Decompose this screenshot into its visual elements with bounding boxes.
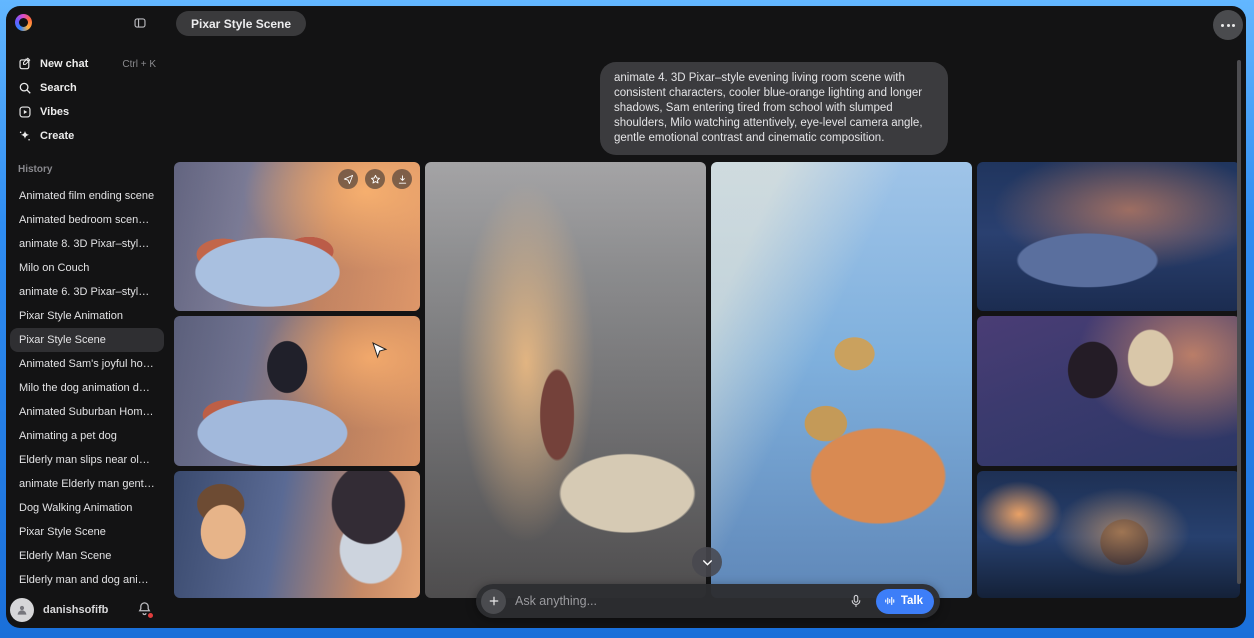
nav-label: Vibes [40, 106, 69, 118]
ask-input[interactable] [515, 594, 844, 608]
generated-image-8[interactable] [977, 471, 1240, 598]
history-item[interactable]: Pixar Style Animation [10, 304, 164, 328]
generated-image-6[interactable] [977, 162, 1240, 311]
chevron-down-icon [701, 556, 714, 569]
mic-icon [849, 594, 863, 608]
scroll-to-bottom-button[interactable] [692, 547, 722, 577]
mic-button[interactable] [844, 589, 868, 613]
gallery-column-3 [711, 162, 972, 598]
history-item[interactable]: animate Elderly man gently re... [10, 472, 164, 496]
history-item[interactable]: Animating a pet dog [10, 424, 164, 448]
ellipsis-icon [1221, 24, 1224, 27]
composer-bar: Talk [476, 584, 940, 618]
waveform-icon [884, 595, 896, 607]
history-item[interactable]: Animated Sam's joyful home ... [10, 352, 164, 376]
share-button[interactable] [338, 169, 358, 189]
vibes-icon [18, 105, 32, 119]
gallery-column-2 [425, 162, 706, 598]
chat-title-pill[interactable]: Pixar Style Scene [176, 11, 306, 36]
history-item[interactable]: Elderly man slips near old gate [10, 448, 164, 472]
generated-image-1[interactable] [174, 162, 420, 311]
history-item-selected[interactable]: Pixar Style Scene [10, 328, 164, 352]
notification-badge [147, 612, 154, 619]
generated-image-3[interactable] [174, 471, 420, 598]
sidebar-toggle-icon [133, 16, 147, 30]
notifications-button[interactable] [132, 598, 156, 622]
search-icon [18, 81, 32, 95]
generated-image-5[interactable] [711, 162, 972, 598]
image-actions [338, 169, 412, 189]
talk-label: Talk [901, 595, 923, 607]
download-icon [397, 174, 408, 185]
screen-frame: Pixar Style Scene New chat Ctrl + K Sear… [0, 0, 1254, 638]
history-item[interactable]: Dog Walking Animation [10, 496, 164, 520]
more-options-button[interactable] [1213, 10, 1243, 40]
share-icon [343, 174, 354, 185]
history-item[interactable]: Milo on Couch [10, 256, 164, 280]
person-icon [15, 603, 29, 617]
nav-label: Create [40, 130, 74, 142]
user-message-bubble: animate 4. 3D Pixar–style evening living… [600, 62, 948, 155]
scrollbar-thumb[interactable] [1237, 60, 1241, 584]
sidebar-item-create[interactable]: Create [12, 125, 162, 147]
compose-icon [18, 57, 32, 71]
plus-icon [488, 595, 500, 607]
chat-title: Pixar Style Scene [191, 17, 291, 31]
history-item[interactable]: Animated Suburban Home at ... [10, 400, 164, 424]
history-heading: History [18, 164, 52, 175]
shortcut-hint: Ctrl + K [122, 59, 156, 70]
generated-image-4[interactable] [425, 162, 706, 598]
favorite-button[interactable] [365, 169, 385, 189]
app-logo[interactable] [15, 14, 32, 31]
sidebar-toggle-button[interactable] [128, 12, 152, 34]
sidebar-item-vibes[interactable]: Vibes [12, 101, 162, 123]
history-item[interactable]: Elderly Man Scene [10, 544, 164, 568]
history-item[interactable]: Elderly man and dog animate... [10, 568, 164, 592]
nav-label: New chat [40, 58, 88, 70]
username: danishsofifb [43, 604, 108, 616]
gallery-column-1 [174, 162, 420, 598]
history-item[interactable]: Animated film ending scene [10, 184, 164, 208]
star-icon [370, 174, 381, 185]
history-item[interactable]: animate 6. 3D Pixar–style rain... [10, 280, 164, 304]
download-button[interactable] [392, 169, 412, 189]
create-icon [18, 129, 32, 143]
gallery-column-4 [977, 162, 1240, 598]
avatar [10, 598, 34, 622]
history-list: Animated film ending scene Animated bedr… [10, 184, 164, 592]
history-item[interactable]: Milo the dog animation descri... [10, 376, 164, 400]
app-window: Pixar Style Scene New chat Ctrl + K Sear… [6, 6, 1246, 628]
history-item[interactable]: Pixar Style Scene [10, 520, 164, 544]
history-item[interactable]: animate 8. 3D Pixar–style rea... [10, 232, 164, 256]
attach-button[interactable] [481, 589, 506, 614]
talk-button[interactable]: Talk [876, 589, 934, 614]
nav-label: Search [40, 82, 77, 94]
generated-image-7[interactable] [977, 316, 1240, 466]
sidebar-item-new-chat[interactable]: New chat Ctrl + K [12, 53, 162, 75]
sidebar-item-search[interactable]: Search [12, 77, 162, 99]
history-item[interactable]: Animated bedroom scene wit... [10, 208, 164, 232]
generated-image-2[interactable] [174, 316, 420, 466]
